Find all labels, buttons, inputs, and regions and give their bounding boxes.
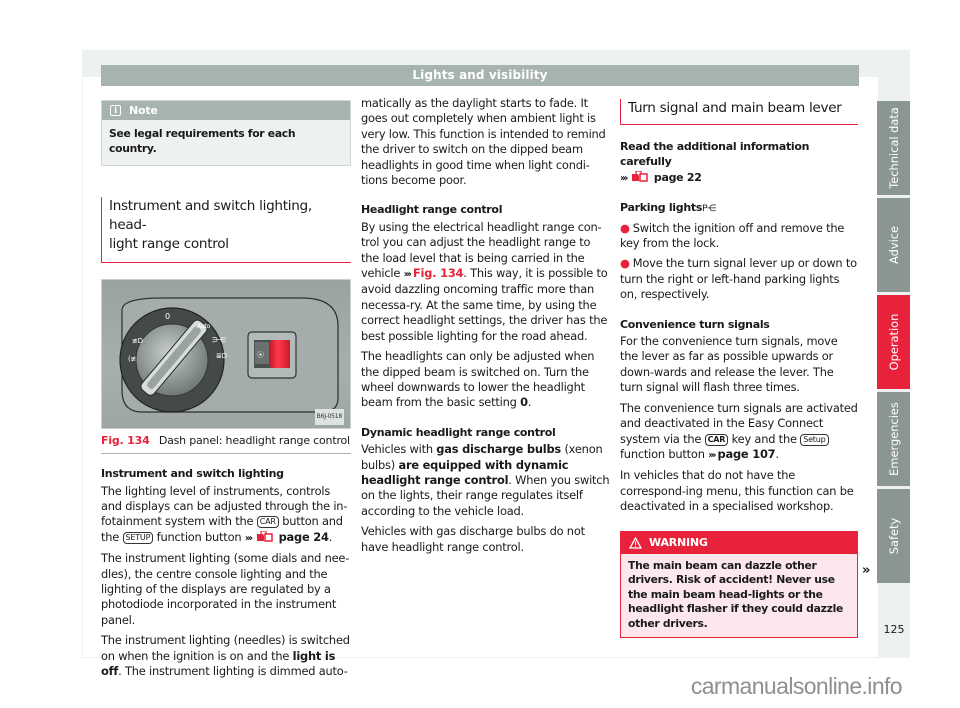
dial-label-0: 0 (165, 312, 170, 321)
book-reference-icon (632, 170, 649, 182)
text: . The instrument lighting is dimmed auto… (118, 664, 348, 679)
tab-label: Emergencies (886, 402, 901, 476)
text: key and the (731, 431, 797, 446)
dynamic-headlight-paragraph-2: Vehicles with gas discharge bulbs do not… (361, 524, 585, 554)
text: The headlights can only be adjusted when… (361, 349, 595, 410)
instrument-lighting-paragraph-3: The instrument lighting (needles) is swi… (101, 633, 351, 679)
parking-bullet-2: ● Move the turn signal lever up or down t… (620, 256, 858, 302)
convenience-paragraph-2: The convenience turn signals are activat… (620, 401, 858, 464)
note-body: See legal requirements for each country. (109, 127, 296, 156)
tab-label: Advice (886, 226, 901, 264)
page-reference-link[interactable]: page 24 (279, 530, 329, 544)
side-light-icon: ⋺⋲ (212, 336, 226, 344)
page-reference-link[interactable]: page 22 (654, 171, 702, 184)
tab-operation[interactable]: Operation (877, 295, 910, 389)
svg-text:⦿: ⦿ (257, 351, 264, 359)
bold-text: 0 (520, 395, 528, 410)
tab-label: Operation (886, 313, 901, 371)
headlight-range-heading: Headlight range control (361, 203, 503, 217)
tab-technical-data[interactable]: Technical data (877, 101, 910, 195)
text: function button (156, 529, 242, 544)
car-key: CAR (704, 433, 729, 446)
column-2: matically as the daylight starts to fade… (361, 96, 611, 560)
tab-label: Safety (886, 517, 901, 555)
parking-bullet-1: ● Switch the ignition off and remove the … (620, 221, 858, 252)
dipped-beam-icon: ≣D (216, 352, 227, 360)
setup-key: Setup (800, 433, 829, 446)
chapter-header: Lights and visibility (101, 65, 859, 86)
parking-light-icon: P⋲ (702, 204, 716, 215)
dynamic-headlight-heading: Dynamic headlight range control (361, 425, 556, 439)
setup-key: SETUP (122, 531, 154, 544)
cross-reference-arrows: ››› (403, 269, 413, 281)
read-info-heading: Read the additional information carefull… (620, 140, 810, 169)
section-title-turn-signal: Turn signal and main beam lever (620, 99, 858, 125)
convenience-signals-heading: Convenience turn signals (620, 317, 770, 331)
tab-label: Technical data (886, 107, 901, 189)
figure-caption: Fig. 134 Dash panel: headlight range con… (101, 429, 351, 455)
headlight-switch-illustration: 0 Auto ≢D (≢ ⋺⋲ ≣D ⦿ (119, 297, 339, 413)
instrument-lighting-continued: matically as the daylight starts to fade… (361, 96, 606, 188)
info-icon: i (110, 105, 121, 116)
section-title-line-2: light range control (109, 235, 229, 252)
section-title-line-1: Instrument and switch lighting, head- (109, 197, 312, 233)
book-reference-icon (257, 530, 273, 542)
note-header: i Note (102, 101, 350, 120)
text: . (328, 529, 333, 544)
note-title: Note (129, 104, 158, 117)
warning-body: The main beam can dazzle other drivers. … (628, 558, 843, 630)
section-title-instrument-lighting: Instrument and switch lighting, head- li… (101, 196, 351, 263)
bullet-icon: ● (620, 220, 630, 235)
dynamic-headlight-paragraph-1: Vehicles with gas discharge bulbs (xenon… (361, 442, 611, 519)
text: Move the turn signal lever up or down to… (620, 256, 857, 302)
cross-reference-arrows: ››› (708, 449, 717, 461)
tab-advice[interactable]: Advice (877, 198, 910, 292)
text: . (527, 395, 532, 410)
headlight-range-wheel (270, 339, 290, 368)
page-reference-link[interactable]: page 107 (718, 447, 776, 461)
instrument-lighting-heading: Instrument and switch lighting (101, 467, 284, 481)
car-key: CAR (256, 516, 279, 529)
warning-triangle-icon (629, 536, 642, 549)
dial-label-auto: Auto (197, 323, 211, 330)
text: function button (620, 446, 705, 461)
text: Switch the ignition off and remove the k… (620, 220, 845, 251)
headlight-range-paragraph-2: The headlights can only be adjusted when… (361, 349, 611, 411)
figure-code: B6J-0518 (314, 409, 344, 425)
instrument-lighting-paragraph-2: The instrument lighting (some dials and … (101, 551, 350, 627)
figure-reference-link[interactable]: Fig. 134 (413, 266, 464, 280)
text: . (775, 446, 779, 461)
parking-lights-heading: Parking lightsP⋲ (620, 200, 858, 217)
convenience-paragraph-1: For the convenience turn signals, move t… (620, 334, 838, 395)
read-info-reference: ››› page 22 (620, 170, 858, 186)
figure-134: 0 Auto ≢D (≢ ⋺⋲ ≣D ⦿ B6J-0518 Fig. 134 D… (101, 278, 351, 455)
note-box: i Note See legal requirements for each c… (101, 100, 351, 166)
warning-box: WARNING The main beam can dazzle other d… (620, 530, 858, 638)
column-3: Turn signal and main beam lever Read the… (620, 96, 858, 638)
dash-panel-image: 0 Auto ≢D (≢ ⋺⋲ ≣D ⦿ B6J-0518 (101, 278, 351, 429)
tab-safety[interactable]: Safety (877, 489, 910, 583)
headlight-range-paragraph-1: By using the electrical headlight range … (361, 220, 611, 344)
figure-label: Fig. 134 (101, 433, 150, 447)
figure-caption-text: Dash panel: headlight range control (158, 433, 350, 447)
watermark: carmanualsonline.info (690, 673, 903, 699)
column-1: i Note See legal requirements for each c… (101, 96, 351, 685)
bold-text: gas discharge bulbs (436, 442, 562, 457)
rear-fog-icon: (≢ (128, 355, 137, 363)
warning-header: WARNING (621, 531, 857, 554)
bullet-icon: ● (620, 256, 630, 271)
warning-title: WARNING (649, 535, 708, 549)
instrument-lighting-paragraph-1: The lighting level of instruments, contr… (101, 484, 351, 547)
cross-reference-arrows: ››› (620, 172, 629, 184)
convenience-paragraph-3: In vehicles that do not have the corresp… (620, 468, 854, 514)
page-number: 125 (883, 623, 905, 636)
front-fog-icon: ≢D (132, 337, 143, 345)
text: Vehicles with (361, 442, 433, 457)
continued-indicator: » (862, 563, 871, 578)
tab-emergencies[interactable]: Emergencies (877, 392, 910, 486)
cross-reference-arrows: ››› (244, 532, 254, 544)
text: Parking lights (620, 201, 703, 215)
